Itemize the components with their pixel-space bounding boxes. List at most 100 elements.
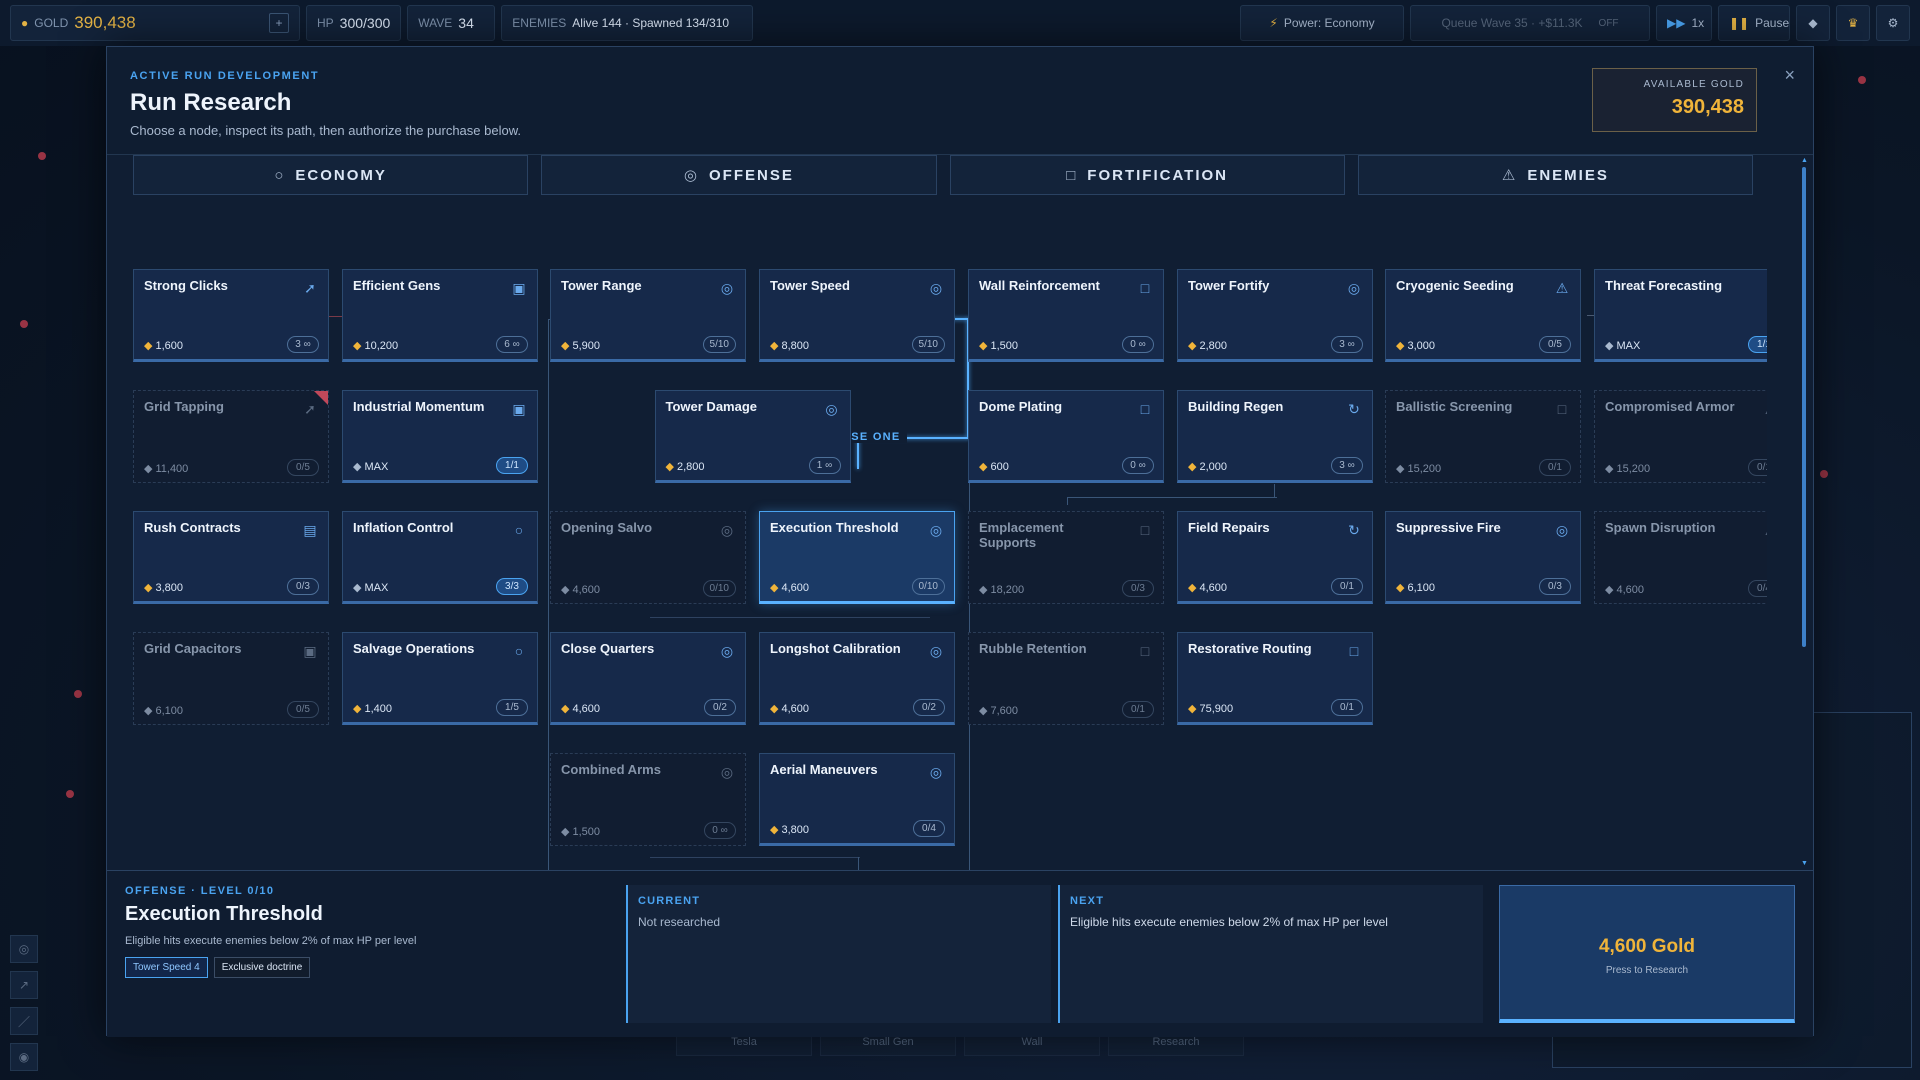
tab-fortification[interactable]: □ FORTIFICATION [949,155,1345,195]
research-node-longshot-calibration[interactable]: Longshot Calibration ◎ ◆ 4,600 0/2 [759,632,955,725]
node-cost: ◆ 11,400 [144,462,188,475]
node-cost: ◆ 2,000 [1188,460,1227,473]
modal-header: ACTIVE RUN DEVELOPMENT Run Research Choo… [107,47,1813,155]
research-tree: CHOOSE ONE CHOOSE ONE CHOOSE ONE CHOOSE … [107,197,1767,917]
tool-button[interactable]: ／ [10,1007,38,1035]
research-node-close-quarters[interactable]: Close Quarters ◎ ◆ 4,600 0/2 [550,632,746,725]
line-icon: ／ [17,1014,30,1029]
target-icon: ◎ [929,279,943,296]
radar-icon: ◉ [18,1050,30,1064]
close-button[interactable]: × [1784,65,1795,86]
diamond-icon: ◆ [353,461,362,473]
research-node-salvage-operations[interactable]: Salvage Operations ○ ◆ 1,400 1/5 [342,632,538,725]
gem-icon: ◆ [1808,16,1818,30]
node-cost-value: 15,200 [1407,463,1442,475]
tool-button[interactable]: ↗ [10,971,38,999]
research-node-tower-fortify[interactable]: Tower Fortify ◎ ◆ 2,800 3 ∞ [1177,269,1373,362]
detail-panel: OFFENSE · LEVEL 0/10 Execution Threshold… [107,870,1813,1037]
node-cost: ◆ 3,800 [144,581,183,594]
research-node-strong-clicks[interactable]: Strong Clicks ➚ ◆ 1,600 3 ∞ [133,269,329,362]
node-cost-value: 3,000 [1407,340,1435,352]
research-node-grid-tapping[interactable]: Grid Tapping ➚ ◆ 11,400 0/5 [133,390,329,483]
node-level-badge: 3 ∞ [1331,336,1363,353]
node-name: Cryogenic Seeding [1396,278,1514,293]
tool-button[interactable]: ◉ [10,1043,38,1071]
tab-economy[interactable]: ○ ECONOMY [133,155,529,195]
node-level-badge: 1/1 [1748,336,1767,353]
gold-diamond-icon: ◆ [144,463,153,475]
tab-label: FORTIFICATION [1087,166,1229,184]
queue-wave-button[interactable]: Queue Wave 35 · +$11.3K OFF [1410,5,1650,41]
trophy-button[interactable]: ♛ [1836,5,1870,41]
gold-diamond-icon: ◆ [770,582,779,594]
research-node-suppressive-fire[interactable]: Suppressive Fire ◎ ◆ 6,100 0/3 [1385,511,1581,604]
enemy-dot [1858,76,1866,84]
generator-icon: ▣ [303,642,317,659]
research-node-tower-damage[interactable]: Tower Damage ◎ ◆ 2,800 1 ∞ [654,390,851,483]
tab-offense[interactable]: ◎ OFFENSE [541,155,937,195]
research-node-emplacement-supports[interactable]: Emplacement Supports □ ◆ 18,200 0/3 [968,511,1164,604]
gold-diamond-icon: ◆ [770,824,779,836]
enemy-dot [1820,470,1828,478]
research-node-industrial-momentum[interactable]: Industrial Momentum ▣ ◆ MAX 1/1 [342,390,538,483]
detail-kicker: OFFENSE · LEVEL 0/10 [125,885,275,897]
research-node-tower-speed[interactable]: Tower Speed ◎ ◆ 8,800 5/10 [759,269,955,362]
node-name: Dome Plating [979,399,1063,414]
add-gold-button[interactable]: + [269,13,289,33]
research-node-efficient-gens[interactable]: Efficient Gens ▣ ◆ 10,200 6 ∞ [342,269,538,362]
research-node-rush-contracts[interactable]: Rush Contracts ▤ ◆ 3,800 0/3 [133,511,329,604]
scroll-up-icon[interactable]: ▲ [1801,157,1808,164]
wall-icon: □ [1140,643,1150,659]
detail-title: Execution Threshold [125,903,323,925]
queue-label: Queue Wave 35 · +$11.3K [1441,16,1583,30]
research-node-execution-threshold[interactable]: Execution Threshold ◎ ◆ 4,600 0/10 [759,511,955,604]
wave-chip: WAVE 34 [407,5,496,41]
research-node-compromised-armor[interactable]: Compromised Armor ⚠ ◆15,200 0/1 [1594,390,1767,483]
research-node-tower-range[interactable]: Tower Range ◎ ◆ 5,900 5/10 [550,269,746,362]
research-node-threat-forecasting[interactable]: Threat Forecasting ◓ ◆MAX 1/1 [1594,269,1767,362]
node-cost-value: 2,000 [1199,461,1227,473]
generator-icon: ▣ [512,279,526,296]
research-node-grid-capacitors[interactable]: Grid Capacitors ▣ ◆ 6,100 0/5 [133,632,329,725]
research-node-wall-reinforcement[interactable]: Wall Reinforcement □ ◆ 1,500 0 ∞ [968,269,1164,362]
research-node-dome-plating[interactable]: Dome Plating □ ◆ 600 0 ∞ [968,390,1164,483]
node-cost: ◆ 1,500 [979,339,1018,352]
research-node-combined-arms[interactable]: Combined Arms ◎ ◆ 1,500 0 ∞ [550,753,746,846]
wave-value: 34 [458,15,474,31]
node-cost-value: MAX [364,461,389,473]
node-level-badge: 0/1 [1539,459,1571,476]
node-cost: ◆ 6,100 [144,704,183,717]
node-name: Rush Contracts [144,520,241,535]
node-name: Threat Forecasting [1605,278,1723,293]
coin-icon: ● [21,16,29,30]
research-node-ballistic-screening[interactable]: Ballistic Screening □ ◆ 15,200 0/1 [1385,390,1581,483]
node-cost: ◆ 1,400 [353,702,392,715]
research-node-cryogenic-seeding[interactable]: Cryogenic Seeding ⚠ ◆ 3,000 0/5 [1385,269,1581,362]
research-node-restorative-routing[interactable]: Restorative Routing □ ◆ 75,900 0/1 [1177,632,1373,725]
research-node-field-repairs[interactable]: Field Repairs ↻ ◆ 4,600 0/1 [1177,511,1373,604]
scroll-thumb[interactable] [1802,167,1806,647]
tab-enemies[interactable]: ⚠ ENEMIES [1357,155,1753,195]
research-button[interactable]: 4,600 Gold Press to Research [1499,885,1795,1023]
speed-button[interactable]: ▶▶ 1x [1656,5,1712,41]
research-price: 4,600 Gold [1598,936,1696,957]
research-node-opening-salvo[interactable]: Opening Salvo ◎ ◆ 4,600 0/10 [550,511,746,604]
research-node-building-regen[interactable]: Building Regen ↻ ◆ 2,000 3 ∞ [1177,390,1373,483]
pause-button[interactable]: ❚❚ Pause [1718,5,1790,41]
research-node-inflation-control[interactable]: Inflation Control ○ ◆ MAX 3/3 [342,511,538,604]
scroll-down-icon[interactable]: ▼ [1801,860,1808,867]
node-level-badge: 1/1 [496,457,528,474]
settings-button[interactable]: ⚙ [1876,5,1910,41]
node-cost: ◆ 3,800 [770,823,809,836]
node-level-badge: 0/3 [1122,580,1154,597]
scrollbar[interactable]: ▲ ▼ [1801,157,1808,867]
power-button[interactable]: ⚡ Power: Economy [1240,5,1404,41]
gem-button[interactable]: ◆ [1796,5,1830,41]
research-node-aerial-maneuvers[interactable]: Aerial Maneuvers ◎ ◆ 3,800 0/4 [759,753,955,846]
research-node-spawn-disruption[interactable]: Spawn Disruption ⚠ ◆4,600 0/4 [1594,511,1767,604]
node-cost: ◆ 7,600 [979,704,1018,717]
gold-diamond-icon: ◆ [561,340,570,352]
node-name: Aerial Maneuvers [770,762,878,777]
tool-button[interactable]: ◎ [10,935,38,963]
research-node-rubble-retention[interactable]: Rubble Retention □ ◆ 7,600 0/1 [968,632,1164,725]
